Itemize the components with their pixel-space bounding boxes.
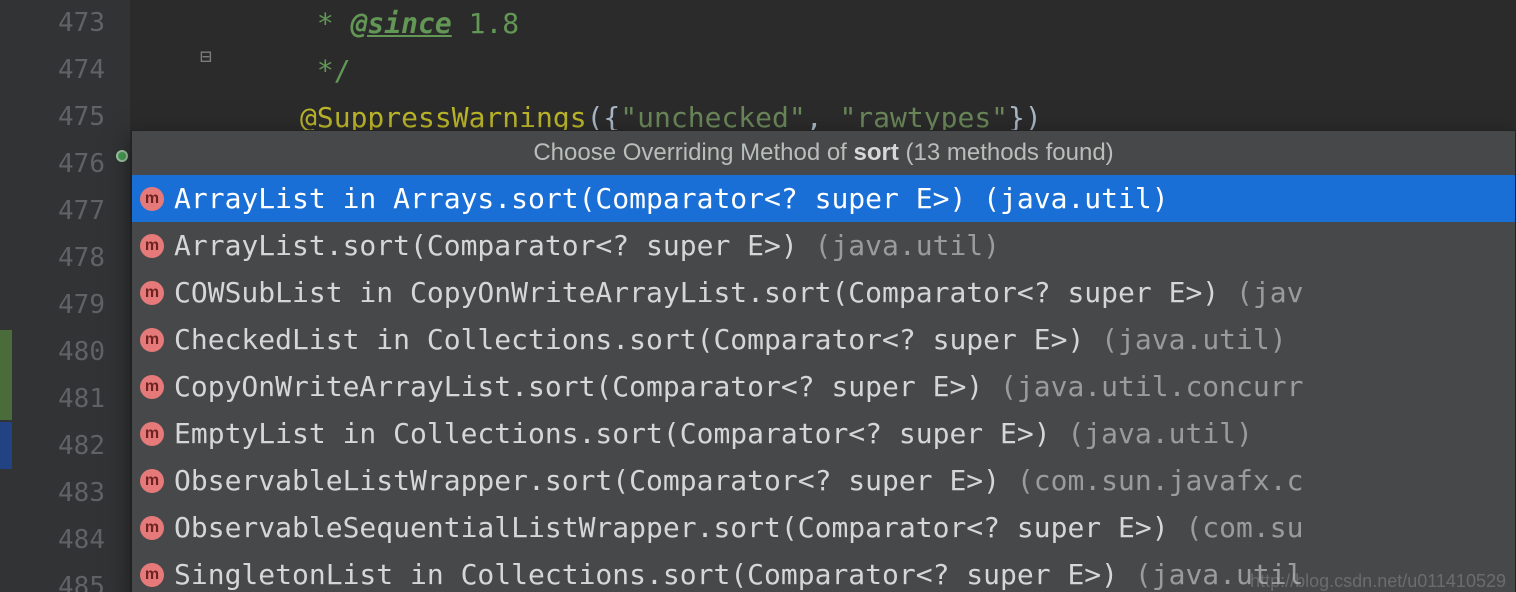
method-icon: m — [140, 469, 164, 493]
method-icon-letter: m — [145, 237, 159, 255]
line-number: 479 — [0, 282, 130, 329]
popup-item-package: (java.util) — [815, 229, 1000, 262]
method-icon-letter: m — [145, 284, 159, 302]
line-number: 477 — [0, 188, 130, 235]
method-icon-letter: m — [145, 425, 159, 443]
method-icon: m — [140, 375, 164, 399]
method-icon-letter: m — [145, 472, 159, 490]
popup-item[interactable]: m CopyOnWriteArrayList.sort(Comparator<?… — [132, 363, 1515, 410]
popup-item-package: (java.util) — [1067, 417, 1252, 450]
popup-item-text: ObservableSequentialListWrapper.sort(Com… — [174, 511, 1185, 544]
popup-list: m ArrayList in Arrays.sort(Comparator<? … — [132, 175, 1515, 592]
line-number: 476 — [0, 141, 130, 188]
popup-item-package: (com.su — [1185, 511, 1303, 544]
popup-item-text: ArrayList in Arrays.sort(Comparator<? su… — [174, 182, 983, 215]
popup-item-package: (java.util) — [1101, 323, 1286, 356]
line-number: 478 — [0, 235, 130, 282]
comment-text: */ — [300, 54, 351, 87]
popup-title: Choose Overriding Method of sort (13 met… — [132, 131, 1515, 175]
choose-overriding-method-popup[interactable]: Choose Overriding Method of sort (13 met… — [131, 130, 1516, 592]
popup-item[interactable]: m CheckedList in Collections.sort(Compar… — [132, 316, 1515, 363]
comment-text: 1.8 — [452, 7, 519, 40]
line-number-gutter: 473 474 475 476 477 478 479 480 481 482 … — [0, 0, 130, 592]
popup-item[interactable]: m ObservableListWrapper.sort(Comparator<… — [132, 457, 1515, 504]
popup-item[interactable]: m COWSubList in CopyOnWriteArrayList.sor… — [132, 269, 1515, 316]
method-icon-letter: m — [145, 378, 159, 396]
line-number: 474 — [0, 47, 130, 94]
method-icon: m — [140, 187, 164, 211]
popup-item[interactable]: m ArrayList.sort(Comparator<? super E>) … — [132, 222, 1515, 269]
method-icon: m — [140, 563, 164, 587]
method-icon-letter: m — [145, 331, 159, 349]
code-line[interactable]: * @since 1.8 — [130, 0, 1516, 47]
popup-item-text: SingletonList in Collections.sort(Compar… — [174, 558, 1135, 591]
popup-item[interactable]: m SingletonList in Collections.sort(Comp… — [132, 551, 1515, 592]
popup-item-package: (com.sun.javafx.c — [1017, 464, 1304, 497]
popup-item-text: CheckedList in Collections.sort(Comparat… — [174, 323, 1101, 356]
comment-text: * — [300, 7, 351, 40]
method-icon: m — [140, 234, 164, 258]
popup-item-package: (jav — [1236, 276, 1303, 309]
popup-item[interactable]: m ArrayList in Arrays.sort(Comparator<? … — [132, 175, 1515, 222]
line-number: 481 — [0, 376, 130, 423]
popup-item-text: EmptyList in Collections.sort(Comparator… — [174, 417, 1067, 450]
popup-item-package: (java.util.concurr — [1000, 370, 1303, 403]
popup-item-package: (java.util) — [983, 182, 1168, 215]
popup-item-text: COWSubList in CopyOnWriteArrayList.sort(… — [174, 276, 1236, 309]
line-number: 483 — [0, 470, 130, 517]
popup-item[interactable]: m EmptyList in Collections.sort(Comparat… — [132, 410, 1515, 457]
popup-title-suffix: (13 methods found) — [899, 139, 1114, 166]
method-icon-letter: m — [145, 190, 159, 208]
popup-title-prefix: Choose Overriding Method of — [533, 139, 853, 166]
line-number: 485 — [0, 564, 130, 592]
method-icon-letter: m — [145, 519, 159, 537]
line-number: 484 — [0, 517, 130, 564]
popup-item-text: ArrayList.sort(Comparator<? super E>) — [174, 229, 815, 262]
popup-item-package: (java.util — [1135, 558, 1304, 591]
line-number: 482 — [0, 423, 130, 470]
line-number: 473 — [0, 0, 130, 47]
javadoc-tag: @since — [351, 7, 452, 40]
popup-title-method: sort — [854, 139, 899, 166]
popup-item-text: CopyOnWriteArrayList.sort(Comparator<? s… — [174, 370, 1000, 403]
method-icon-letter: m — [145, 566, 159, 584]
editor-root: 473 474 475 476 477 478 479 480 481 482 … — [0, 0, 1516, 592]
popup-item-text: ObservableListWrapper.sort(Comparator<? … — [174, 464, 1017, 497]
line-number: 480 — [0, 329, 130, 376]
method-icon: m — [140, 516, 164, 540]
popup-item[interactable]: m ObservableSequentialListWrapper.sort(C… — [132, 504, 1515, 551]
line-number: 475 — [0, 94, 130, 141]
method-icon: m — [140, 328, 164, 352]
override-gutter-icon[interactable] — [116, 150, 128, 162]
code-line[interactable]: */ — [130, 47, 1516, 94]
method-icon: m — [140, 422, 164, 446]
method-icon: m — [140, 281, 164, 305]
